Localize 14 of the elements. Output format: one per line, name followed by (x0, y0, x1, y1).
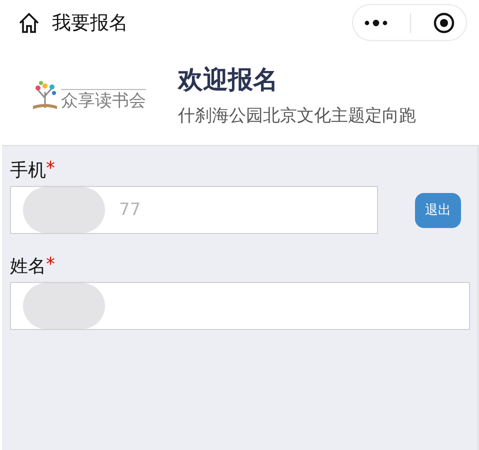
page-title: 我要报名 (52, 10, 128, 36)
field-value: 77 (119, 200, 141, 220)
field-label: 姓名 (10, 255, 46, 278)
input-field[interactable] (10, 282, 470, 330)
welcome-title: 欢迎报名 (178, 64, 279, 96)
required-mark: * (46, 254, 55, 277)
input-field[interactable]: 77 (10, 186, 378, 234)
event-subtitle: 什刹海公园北京文化主题定向跑 (178, 105, 416, 127)
logout-button[interactable]: 退出 (415, 192, 461, 228)
logo-text: 众享读书会 (61, 89, 146, 110)
home-icon[interactable] (18, 12, 40, 34)
more-icon[interactable] (364, 18, 388, 26)
required-mark: * (46, 158, 55, 181)
field-label: 手机 (10, 159, 46, 182)
